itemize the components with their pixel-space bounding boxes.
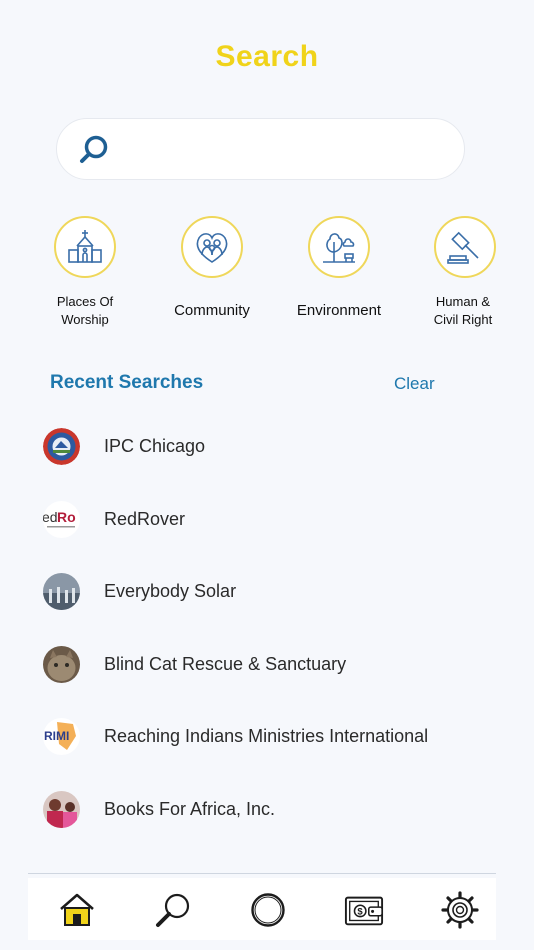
category-label: Places Of Worship — [56, 294, 114, 327]
nav-circle[interactable] — [248, 890, 288, 930]
avatar — [43, 428, 80, 465]
category-label: Environment — [296, 302, 382, 319]
nav-settings[interactable] — [440, 890, 480, 930]
list-item-name: Blind Cat Rescue & Sanctuary — [104, 653, 347, 674]
nav-home[interactable] — [57, 890, 97, 930]
gavel-icon — [447, 231, 479, 264]
svg-text:ed: ed — [43, 509, 58, 525]
svg-text:$: $ — [357, 907, 363, 918]
category-places-of-worship[interactable]: Places Of Worship — [25, 216, 145, 330]
search-input[interactable] — [127, 131, 447, 169]
list-item-name: IPC Chicago — [104, 436, 206, 456]
bottom-navbar: $ — [28, 878, 496, 940]
church-icon — [68, 230, 102, 263]
environment-icon — [323, 233, 355, 263]
page-title: Search — [215, 40, 319, 73]
navbar-divider — [28, 873, 496, 874]
settings-gear-icon — [441, 891, 479, 929]
category-human-civil-right[interactable]: Human & Civil Right — [405, 216, 525, 330]
nav-wallet[interactable]: $ — [344, 890, 384, 930]
avatar: ed Ro — [43, 500, 80, 538]
avatar — [43, 790, 80, 828]
avatar: RIMI — [43, 718, 80, 755]
home-icon — [60, 893, 94, 926]
category-community[interactable]: Community — [152, 216, 272, 330]
list-item-name: Books For Africa, Inc. — [104, 798, 276, 819]
recent-searches-list: IPC Chicago ed Ro RedRover Everybody Sol… — [0, 410, 534, 845]
list-item-name: Reaching Indians Ministries Internationa… — [104, 726, 429, 746]
list-item-name: Everybody Solar — [104, 581, 237, 601]
clear-button[interactable]: Clear — [394, 374, 435, 394]
list-item[interactable]: Everybody Solar — [0, 555, 534, 628]
list-item[interactable]: Books For Africa, Inc. — [0, 773, 534, 846]
recent-searches-heading: Recent Searches — [50, 372, 204, 393]
circle-icon — [251, 893, 285, 927]
search-bar[interactable] — [56, 118, 465, 180]
category-label: Human & Civil Right — [433, 294, 493, 327]
wallet-icon: $ — [344, 896, 384, 926]
avatar — [43, 573, 80, 610]
list-item-name: RedRover — [104, 508, 186, 529]
list-item[interactable]: RIMI Reaching Indians Ministries Interna… — [0, 700, 534, 773]
category-environment[interactable]: Environment — [279, 216, 399, 330]
list-item[interactable]: Blind Cat Rescue & Sanctuary — [0, 628, 534, 701]
nav-search[interactable] — [153, 890, 193, 930]
category-label: Community — [174, 302, 250, 319]
community-icon — [196, 233, 228, 263]
svg-text:Ro: Ro — [57, 509, 76, 525]
svg-text:RIMI: RIMI — [44, 729, 69, 743]
list-item[interactable]: IPC Chicago — [0, 410, 534, 483]
avatar — [43, 645, 80, 683]
search-icon — [80, 135, 108, 163]
search-icon — [156, 893, 190, 927]
list-item[interactable]: ed Ro RedRover — [0, 483, 534, 556]
category-carousel[interactable]: Places Of Worship Community Environment — [0, 216, 534, 336]
